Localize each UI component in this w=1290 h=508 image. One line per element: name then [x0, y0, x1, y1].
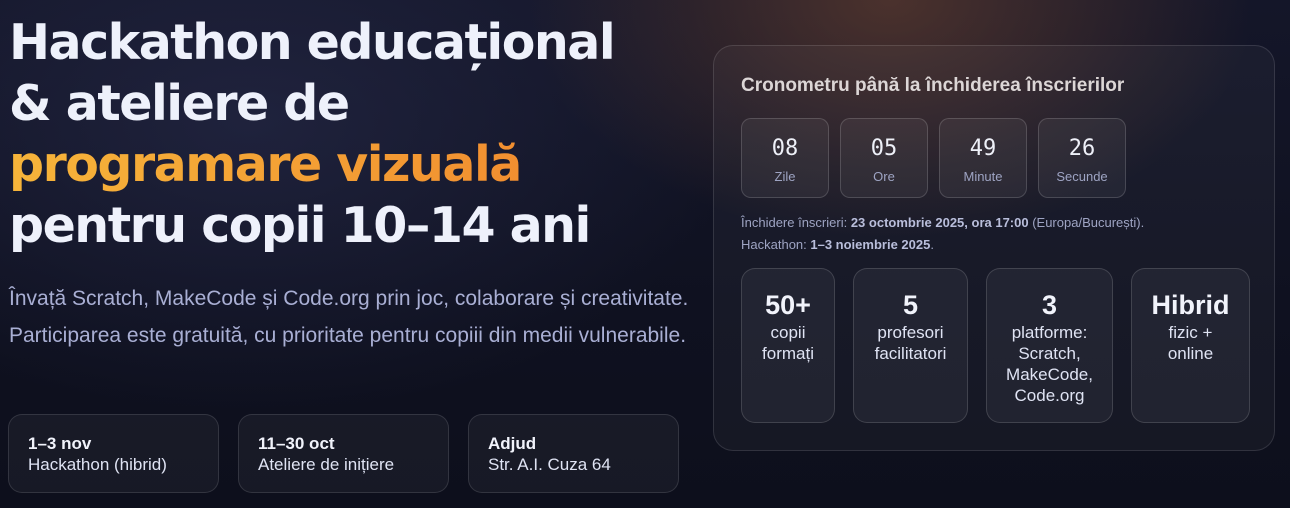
countdown-label: Minute	[963, 169, 1003, 184]
hero-title-line-1: Hackathon educațional	[9, 14, 616, 71]
hero-title-accent: programare vizuală	[9, 134, 699, 195]
countdown-label: Secunde	[1056, 169, 1108, 184]
countdown-minutes: 49 Minute	[939, 118, 1027, 198]
stat-card-format: Hibrid fizic + online	[1131, 268, 1250, 423]
countdown-value: 26	[1068, 136, 1096, 161]
hackathon-dates: Hackathon: 1–3 noiembrie 2025.	[741, 234, 1144, 256]
registration-deadline: Închidere înscrieri: 23 octombrie 2025, …	[741, 212, 1144, 234]
deadline-info: Închidere înscrieri: 23 octombrie 2025, …	[741, 212, 1144, 256]
info-card-title: 11–30 oct	[258, 434, 335, 453]
info-card-title: Adjud	[488, 434, 537, 453]
info-card-title: 1–3 nov	[28, 434, 92, 453]
stat-text: copii formați	[762, 323, 814, 363]
stat-number: 3	[1041, 290, 1058, 320]
countdown-seconds: 26 Secunde	[1038, 118, 1126, 198]
hackathon-suffix: .	[930, 237, 934, 252]
stat-card-platforms: 3 platforme: Scratch, MakeCode, Code.org	[986, 268, 1113, 423]
hero-title-line-2: & ateliere de	[9, 75, 350, 132]
countdown-label: Ore	[873, 169, 895, 184]
stat-text: profesori facilitatori	[874, 323, 947, 363]
deadline-date: 23 octombrie 2025, ora 17:00	[850, 215, 1029, 230]
stat-text: fizic + online	[1167, 323, 1214, 363]
info-card-location: Adjud Str. A.I. Cuza 64	[468, 414, 679, 493]
countdown-panel: Cronometru până la închiderea înscrieril…	[713, 45, 1275, 451]
stat-text: platforme: Scratch, MakeCode, Code.org	[1006, 323, 1093, 405]
info-cards: 1–3 nov Hackathon (hibrid) 11–30 oct Ate…	[8, 414, 679, 493]
countdown-value: 49	[969, 136, 997, 161]
info-card-dates-hackathon: 1–3 nov Hackathon (hibrid)	[8, 414, 219, 493]
countdown-label: Zile	[774, 169, 796, 184]
stat-card-teachers: 5 profesori facilitatori	[853, 268, 968, 423]
stat-number: 50+	[765, 290, 811, 320]
info-card-text: Ateliere de inițiere	[258, 455, 395, 474]
info-card-dates-workshops: 11–30 oct Ateliere de inițiere	[238, 414, 449, 493]
hero-subtitle: Învață Scratch, MakeCode și Code.org pri…	[9, 287, 689, 347]
hackathon-date: 1–3 noiembrie 2025	[810, 237, 931, 252]
info-card-text: Hackathon (hibrid)	[28, 455, 167, 474]
countdown-timer: 08 Zile 05 Ore 49 Minute 26 Secunde	[741, 118, 1126, 198]
hero-title: Hackathon educațional & ateliere de prog…	[9, 12, 699, 256]
countdown-days: 08 Zile	[741, 118, 829, 198]
hackathon-prefix: Hackathon:	[741, 237, 811, 252]
countdown-hours: 05 Ore	[840, 118, 928, 198]
deadline-prefix: Închidere înscrieri:	[741, 215, 851, 230]
hero-title-line-4: pentru copii 10–14 ani	[9, 197, 591, 254]
countdown-title: Cronometru până la închiderea înscrieril…	[741, 75, 1125, 96]
stat-number: Hibrid	[1151, 290, 1230, 320]
stat-number: 5	[902, 290, 919, 320]
deadline-timezone: (Europa/București).	[1028, 215, 1145, 230]
stat-card-children: 50+ copii formați	[741, 268, 835, 423]
countdown-value: 05	[870, 136, 898, 161]
countdown-value: 08	[771, 136, 799, 161]
info-card-text: Str. A.I. Cuza 64	[488, 455, 611, 474]
